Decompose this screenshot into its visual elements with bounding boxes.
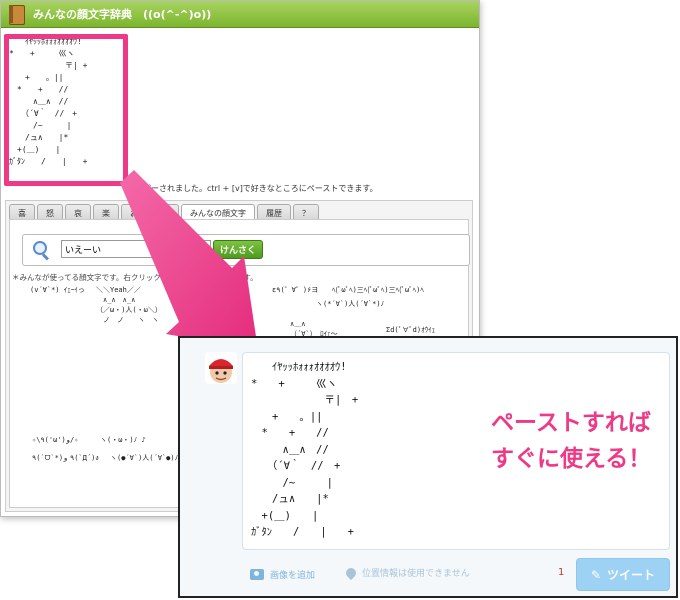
- kaomoji-item[interactable]: ヽ(・ω・)ﾉ ♪: [100, 435, 146, 445]
- add-photo-label: 画像を追加: [270, 571, 316, 581]
- camera-icon: [250, 569, 264, 580]
- tweet-button-label: ツイート: [607, 568, 656, 582]
- book-icon: [7, 4, 27, 25]
- search-icon: [33, 241, 50, 261]
- kaomoji-item[interactable]: ヽ(●´∀`)人(´∀`●)ﾉ: [110, 453, 178, 463]
- kaomoji-item[interactable]: ｲﾔｯｯﾎｫｫｫｵｵｵｵｳ! * + 巛ヽ 〒| + 。||: [180, 285, 230, 325]
- tweet-textarea[interactable]: ｲﾔｯｯﾎｫｫｫｵｵｵｵｳ! * + 巛ヽ 〒| + + 。|| * + // …: [242, 352, 670, 550]
- kaomoji-item[interactable]: ＼＼Yeah／／ ∧_∧ ∧_∧ （／ω・)人(・ω＼） ノ ノ ヽ ヽ: [96, 285, 162, 325]
- kaomoji-item[interactable]: ヽ(*´∀`)人(´∀`*)ﾉ: [316, 299, 384, 309]
- add-photo-button[interactable]: 画像を追加: [250, 568, 315, 581]
- character-count: 1: [558, 567, 565, 578]
- tweet-button[interactable]: ✎ ツイート: [576, 558, 670, 591]
- search-input[interactable]: [61, 240, 211, 258]
- search-row: けんさく: [22, 234, 470, 266]
- paste-caption: ペーストすれば すぐに使える！: [491, 410, 652, 472]
- kaomoji-item[interactable]: ٩(`Д´)ง: [70, 453, 99, 463]
- avatar[interactable]: [205, 352, 237, 384]
- compose-icon: ✎: [590, 567, 602, 582]
- kaomoji-item[interactable]: Σd(ﾟ∀ﾟd)ｵｳｲｪ: [386, 325, 435, 335]
- kaomoji-item[interactable]: ﾍ(ﾟωﾟﾍ)三ﾍ(ﾟωﾟﾍ)三ﾍ(ﾟωﾟﾍ)ﾍ: [332, 285, 424, 295]
- kaomoji-item[interactable]: (v´∀`*) ｲｪｰｲっ: [30, 285, 85, 295]
- tweet-text: ｲﾔｯｯﾎｫｫｫｵｵｵｵｳ! * + 巛ヽ 〒| + + 。|| * + // …: [251, 361, 359, 538]
- kaomoji-item[interactable]: ε٩(゜∀゜)۶ヨ: [272, 285, 318, 295]
- title-bar: みんなの顔文字辞典 ((o(^-^)o)): [1, 1, 479, 28]
- tweet-compose-window: ｲﾔｯｯﾎｫｫｫｵｵｵｵｳ! * + 巛ヽ 〒| + + 。|| * + // …: [178, 336, 678, 598]
- copy-notice: コピーされました。ctrl + [v]で好きなところにペーストできます。: [135, 184, 378, 193]
- highlight-frame: [4, 34, 128, 186]
- location-pin-icon: [343, 565, 359, 580]
- location-status[interactable]: 位置情報は使用できません: [343, 565, 470, 580]
- hint-text: ＊みんなが使ってる顔文字です。右クリックで「顔文字に保存できます。: [12, 273, 258, 282]
- search-button[interactable]: けんさく: [213, 240, 263, 259]
- app-title: みんなの顔文字辞典 ((o(^-^)o)): [33, 8, 212, 21]
- location-label: 位置情報は使用できません: [362, 569, 470, 579]
- kaomoji-item[interactable]: ✧\٩('ω')و/✧: [32, 435, 78, 445]
- kaomoji-item[interactable]: ٩(ˊᗜˋ*)و: [32, 453, 67, 463]
